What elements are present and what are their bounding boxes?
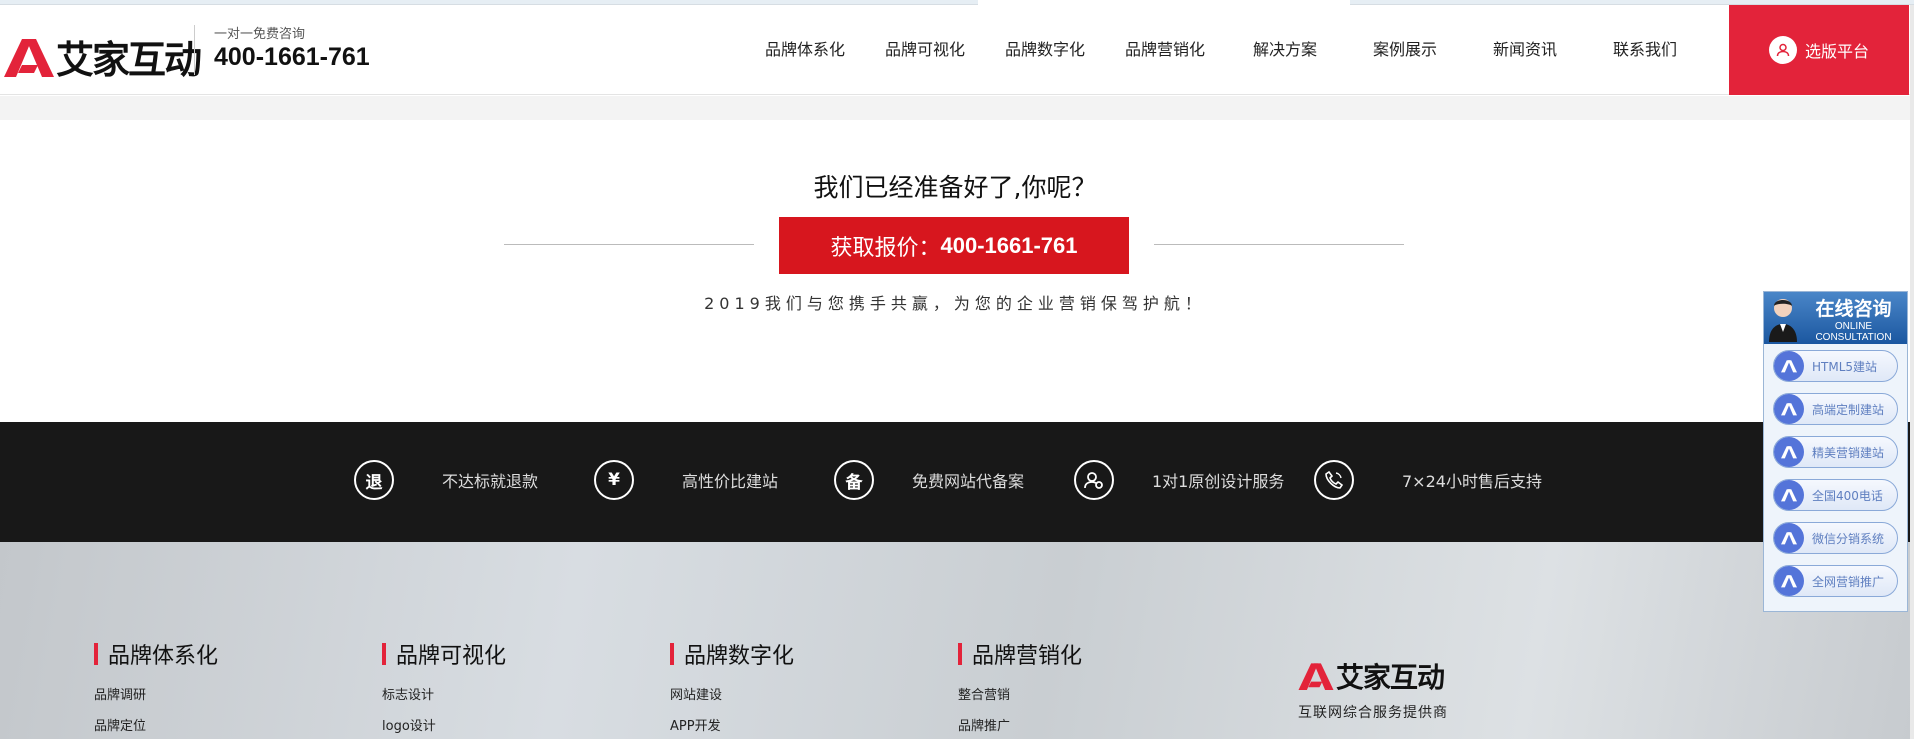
logo-mark-icon [4, 38, 54, 77]
accent-bar [382, 643, 386, 665]
footer-link[interactable]: APP开发 [670, 715, 794, 734]
accent-bar [670, 643, 674, 665]
logo-mark-icon [1774, 566, 1804, 596]
hotline: 一对一免费咨询 400-1661-761 [214, 23, 370, 72]
nav-item-brand-digital[interactable]: 品牌数字化 [985, 5, 1105, 95]
feature-item: 7×24小时售后支持 [1314, 460, 1542, 500]
widget-item-label: 全国400电话 [1812, 488, 1883, 503]
yuan-icon: ¥ [594, 460, 634, 500]
footer-column: 品牌体系化 品牌调研 品牌定位 [94, 638, 218, 734]
feature-item: 1对1原创设计服务 [1074, 460, 1284, 500]
widget-item-label: 精美营销建站 [1812, 445, 1885, 460]
footer-link[interactable]: 品牌调研 [94, 684, 218, 703]
feature-label: 不达标就退款 [442, 472, 539, 491]
widget-list: HTML5建站 高端定制建站 精美营销建站 全国400电话 微信分销系统 全网营… [1764, 344, 1907, 597]
logo-mark-icon [1774, 394, 1804, 424]
widget-title: 在线咨询 [1815, 297, 1892, 320]
footer-column-title: 品牌数字化 [670, 638, 794, 670]
feature-label: 免费网站代备案 [912, 472, 1025, 491]
site-footer: 品牌体系化 品牌调研 品牌定位 品牌可视化 标志设计 logo设计 品牌数字化 … [0, 542, 1910, 739]
designer-icon [1074, 460, 1114, 500]
scrollbar[interactable] [1910, 5, 1914, 739]
logo-mark-icon [1774, 523, 1804, 553]
logo-mark-icon [1774, 480, 1804, 510]
widget-item-custom[interactable]: 高端定制建站 [1773, 393, 1898, 425]
feature-item: 退 不达标就退款 [354, 460, 538, 500]
feature-label: 高性价比建站 [682, 472, 779, 491]
phone-icon [1314, 460, 1354, 500]
service-agent-icon [1769, 299, 1797, 342]
platform-button[interactable]: 选版平台 [1729, 5, 1909, 95]
footer-logo-text: 艾家互动 [1336, 661, 1445, 694]
site-header: 艾家互动 一对一免费咨询 400-1661-761 品牌体系化 品牌可视化 品牌… [0, 5, 1914, 95]
section-divider-band [0, 96, 1910, 120]
widget-header[interactable]: 在线咨询 ONLINE CONSULTATION [1764, 292, 1907, 344]
cta-subtitle: 2019我们与您携手共赢，为您的企业营销保驾护航！ [704, 294, 1206, 313]
footer-column-title-text: 品牌数字化 [684, 644, 795, 669]
feature-label: 7×24小时售后支持 [1402, 472, 1542, 491]
footer-link[interactable]: 品牌推广 [958, 715, 1082, 734]
widget-item-label: 全网营销推广 [1812, 574, 1885, 589]
footer-logo[interactable]: 艾家互动 互联网综合服务提供商 [1298, 656, 1448, 722]
widget-item-network-marketing[interactable]: 全网营销推广 [1773, 565, 1898, 597]
nav-item-brand-marketing[interactable]: 品牌营销化 [1105, 5, 1225, 95]
footer-link[interactable]: 品牌定位 [94, 715, 218, 734]
widget-item-wechat[interactable]: 微信分销系统 [1773, 522, 1898, 554]
footer-column-title: 品牌可视化 [382, 638, 506, 670]
footer-column: 品牌可视化 标志设计 logo设计 [382, 638, 506, 734]
widget-item-label: 高端定制建站 [1812, 402, 1885, 417]
nav-item-cases[interactable]: 案例展示 [1345, 5, 1465, 95]
hotline-caption: 一对一免费咨询 [214, 27, 306, 42]
nav-item-news[interactable]: 新闻资讯 [1465, 5, 1585, 95]
feature-label: 1对1原创设计服务 [1152, 472, 1285, 491]
footer-column-title: 品牌体系化 [94, 638, 218, 670]
footer-link[interactable]: logo设计 [382, 715, 506, 734]
feature-item: ¥ 高性价比建站 [594, 460, 778, 500]
features-band: 退 不达标就退款 ¥ 高性价比建站 备 免费网站代备案 1对1原创设计服务 7×… [0, 422, 1910, 542]
get-quote-number: 400-1661-761 [940, 232, 1078, 258]
footer-column: 品牌数字化 网站建设 APP开发 [670, 638, 794, 734]
main-nav: 品牌体系化 品牌可视化 品牌数字化 品牌营销化 解决方案 案例展示 新闻资讯 联… [745, 5, 1705, 95]
logo-mark-icon [1774, 351, 1804, 381]
cta-title: 我们已经准备好了,你呢？ [813, 173, 1097, 202]
platform-button-label: 选版平台 [1804, 42, 1869, 61]
widget-item-marketing-site[interactable]: 精美营销建站 [1773, 436, 1898, 468]
footer-column-title-text: 品牌营销化 [972, 644, 1083, 669]
nav-item-brand-system[interactable]: 品牌体系化 [745, 5, 865, 95]
footer-column-title-text: 品牌体系化 [108, 644, 219, 669]
footer-link[interactable]: 网站建设 [670, 684, 794, 703]
widget-item-label: 微信分销系统 [1812, 531, 1885, 546]
widget-item-label: HTML5建站 [1812, 359, 1878, 374]
logo-mark-icon [1298, 663, 1334, 690]
widget-item-400-phone[interactable]: 全国400电话 [1773, 479, 1898, 511]
online-consultation-widget: 在线咨询 ONLINE CONSULTATION HTML5建站 高端定制建站 … [1763, 291, 1908, 612]
logo-text: 艾家互动 [56, 37, 202, 82]
user-icon [1768, 36, 1797, 64]
footer-column: 品牌营销化 整合营销 品牌推广 [958, 638, 1082, 734]
logo-divider [194, 25, 195, 75]
footer-column-title-text: 品牌可视化 [396, 644, 507, 669]
accent-bar [94, 643, 98, 665]
footer-link[interactable]: 整合营销 [958, 684, 1082, 703]
logo-mark-icon [1774, 437, 1804, 467]
footer-column-title: 品牌营销化 [958, 638, 1082, 670]
nav-item-brand-visual[interactable]: 品牌可视化 [865, 5, 985, 95]
accent-bar [958, 643, 962, 665]
get-quote-button[interactable]: 获取报价： 400-1661-761 [779, 217, 1129, 274]
cta-line-left [504, 244, 754, 245]
widget-subtitle: ONLINE CONSULTATION [1815, 320, 1892, 343]
nav-item-contact[interactable]: 联系我们 [1585, 5, 1705, 95]
feature-item: 备 免费网站代备案 [834, 460, 1024, 500]
cta-line-right [1154, 244, 1404, 245]
refund-icon: 退 [354, 460, 394, 500]
record-icon: 备 [834, 460, 874, 500]
footer-tagline: 互联网综合服务提供商 [1298, 705, 1448, 721]
hotline-number: 400-1661-761 [214, 43, 370, 71]
get-quote-prefix: 获取报价： [830, 235, 941, 261]
footer-link[interactable]: 标志设计 [382, 684, 506, 703]
nav-item-solutions[interactable]: 解决方案 [1225, 5, 1345, 95]
widget-item-html5[interactable]: HTML5建站 [1773, 350, 1898, 382]
site-logo[interactable]: 艾家互动 [4, 29, 202, 84]
